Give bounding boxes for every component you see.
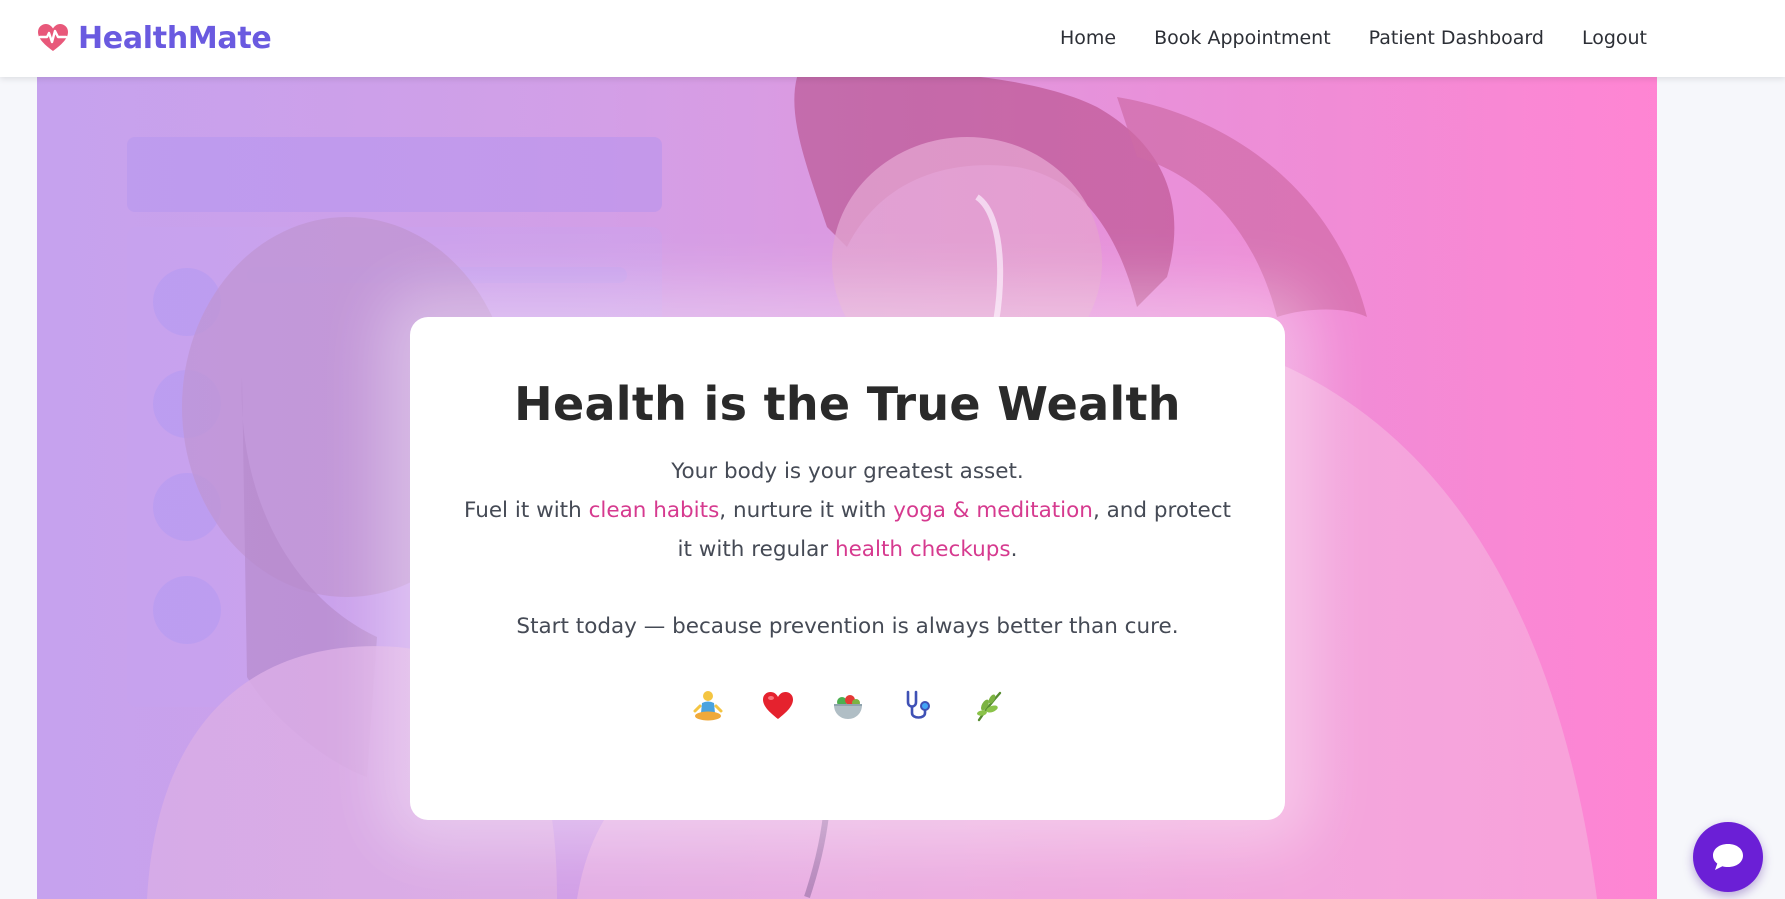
emoji-row bbox=[410, 689, 1285, 723]
hero-cta-text: Start today — because prevention is alwa… bbox=[516, 614, 1179, 639]
brand-logo[interactable]: HealthMate bbox=[36, 16, 272, 60]
heart-pulse-icon bbox=[38, 24, 68, 51]
nav-patient-dashboard[interactable]: Patient Dashboard bbox=[1369, 22, 1544, 54]
nav-home[interactable]: Home bbox=[1060, 22, 1116, 54]
hero-text-part-4: . bbox=[1010, 537, 1018, 562]
brand-name: HealthMate bbox=[78, 20, 272, 56]
hero-description: Your body is your greatest asset. Fuel i… bbox=[460, 452, 1235, 569]
nav-logout[interactable]: Logout bbox=[1582, 22, 1647, 54]
hero-line-1: Your body is your greatest asset. bbox=[671, 459, 1024, 484]
highlight-yoga-meditation: yoga & meditation bbox=[893, 498, 1093, 523]
highlight-health-checkups: health checkups bbox=[834, 537, 1011, 562]
meditation-icon bbox=[693, 691, 722, 721]
hero-card: Health is the True Wealth Your body is y… bbox=[410, 317, 1285, 820]
highlight-clean-habits: clean habits bbox=[588, 498, 720, 523]
nav-book-appointment[interactable]: Book Appointment bbox=[1154, 22, 1331, 54]
chat-button[interactable] bbox=[1693, 822, 1763, 892]
heart-icon bbox=[762, 692, 793, 719]
herb-icon bbox=[976, 691, 1001, 722]
stethoscope-icon bbox=[906, 690, 930, 719]
hero-text-part-2: , nurture it with bbox=[719, 498, 894, 523]
salad-bowl-icon bbox=[833, 695, 862, 719]
chat-bubble-icon bbox=[1713, 844, 1743, 870]
hero-text-part-1: Fuel it with bbox=[464, 498, 589, 523]
main-nav: Home Book Appointment Patient Dashboard … bbox=[1060, 22, 1647, 54]
top-navbar: HealthMate Home Book Appointment Patient… bbox=[0, 0, 1785, 77]
hero-title: Health is the True Wealth bbox=[514, 377, 1181, 431]
